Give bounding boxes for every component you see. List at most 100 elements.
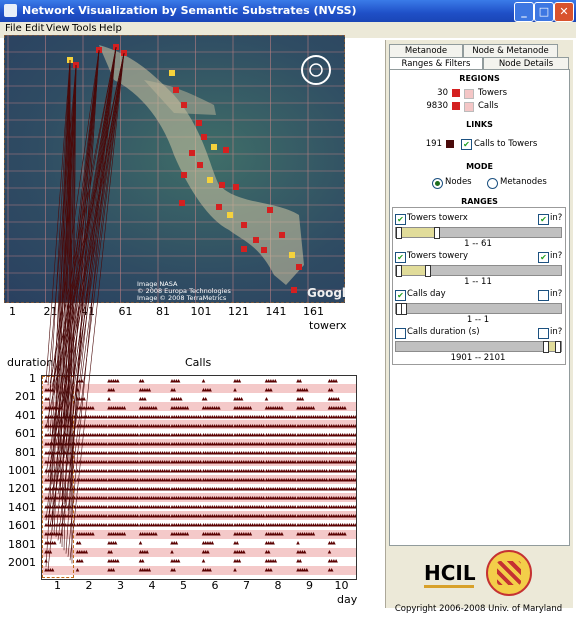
call-node[interactable] — [167, 523, 171, 527]
calls-region-swatch[interactable] — [464, 102, 474, 112]
call-node[interactable] — [185, 532, 190, 536]
tower-node[interactable] — [211, 144, 217, 150]
call-node[interactable] — [135, 442, 140, 446]
call-node[interactable] — [122, 532, 127, 536]
call-node[interactable] — [273, 559, 278, 563]
menu-help[interactable]: Help — [99, 23, 122, 34]
call-node[interactable] — [324, 442, 329, 446]
call-node[interactable] — [135, 433, 140, 437]
call-node[interactable] — [104, 469, 108, 473]
tower-node[interactable] — [169, 70, 175, 76]
call-node[interactable] — [167, 469, 171, 473]
call-node[interactable] — [332, 541, 336, 545]
call-node[interactable] — [104, 433, 108, 437]
call-node[interactable] — [167, 451, 171, 455]
call-node[interactable] — [167, 424, 171, 428]
call-node[interactable] — [327, 550, 332, 554]
call-node[interactable] — [235, 541, 239, 545]
tower-node[interactable] — [261, 247, 267, 253]
call-node[interactable] — [343, 532, 347, 536]
range-slider-min-thumb[interactable] — [396, 265, 402, 277]
call-node[interactable] — [104, 496, 108, 500]
menu-tools[interactable]: Tools — [72, 23, 97, 34]
call-node[interactable] — [324, 451, 329, 455]
call-node[interactable] — [201, 559, 206, 563]
call-node[interactable] — [293, 460, 297, 464]
call-node[interactable] — [154, 406, 158, 410]
call-node[interactable] — [230, 460, 234, 464]
call-node[interactable] — [293, 496, 297, 500]
call-node[interactable] — [80, 559, 84, 563]
call-node[interactable] — [138, 541, 143, 545]
call-node[interactable] — [135, 478, 140, 482]
tower-node[interactable] — [96, 47, 102, 53]
tower-node[interactable] — [241, 222, 247, 228]
tower-node[interactable] — [196, 120, 202, 126]
call-node[interactable] — [198, 424, 203, 428]
call-node[interactable] — [217, 406, 221, 410]
range-enable-checkbox[interactable]: ✔ — [395, 214, 406, 225]
minimize-button[interactable]: _ — [514, 2, 534, 22]
call-node[interactable] — [293, 478, 297, 482]
towers-region-swatch[interactable] — [464, 89, 474, 99]
call-node[interactable] — [75, 568, 80, 572]
tower-node[interactable] — [219, 182, 225, 188]
call-node[interactable] — [239, 397, 244, 401]
mode-metanodes-radio[interactable] — [487, 178, 498, 189]
call-node[interactable] — [198, 469, 203, 473]
call-node[interactable] — [135, 496, 140, 500]
call-node[interactable] — [324, 523, 329, 527]
call-node[interactable] — [84, 550, 89, 554]
call-node[interactable] — [185, 406, 190, 410]
range-enable-checkbox[interactable]: ✔ — [395, 290, 406, 301]
call-node[interactable] — [135, 469, 140, 473]
range-slider-max-thumb[interactable] — [555, 341, 561, 353]
call-node[interactable] — [324, 496, 329, 500]
call-node[interactable] — [334, 559, 338, 563]
call-node[interactable] — [266, 550, 271, 554]
call-node[interactable] — [172, 568, 176, 572]
call-node[interactable] — [104, 415, 108, 419]
call-node[interactable] — [104, 451, 108, 455]
call-node[interactable] — [230, 523, 234, 527]
call-node[interactable] — [233, 388, 237, 392]
call-node[interactable] — [329, 568, 334, 572]
call-node[interactable] — [305, 568, 309, 572]
call-node[interactable] — [269, 388, 273, 392]
call-node[interactable] — [230, 433, 234, 437]
call-node[interactable] — [261, 514, 266, 518]
call-node[interactable] — [261, 469, 266, 473]
tower-node[interactable] — [267, 207, 273, 213]
call-node[interactable] — [104, 478, 108, 482]
range-slider[interactable] — [395, 303, 562, 315]
call-node[interactable] — [176, 379, 181, 383]
call-node[interactable] — [172, 388, 176, 392]
tower-node[interactable] — [181, 102, 187, 108]
call-node[interactable] — [113, 541, 118, 545]
tower-node[interactable] — [253, 237, 259, 243]
tower-node[interactable] — [233, 184, 239, 190]
call-node[interactable] — [334, 379, 338, 383]
call-node[interactable] — [111, 388, 116, 392]
call-node[interactable] — [198, 451, 203, 455]
call-node[interactable] — [261, 433, 266, 437]
call-node[interactable] — [261, 415, 266, 419]
call-node[interactable] — [167, 514, 171, 518]
call-node[interactable] — [305, 388, 309, 392]
call-node[interactable] — [311, 406, 316, 410]
tower-node[interactable] — [216, 204, 222, 210]
call-node[interactable] — [104, 523, 108, 527]
tower-node[interactable] — [289, 252, 295, 258]
call-node[interactable] — [269, 568, 273, 572]
call-node[interactable] — [237, 379, 242, 383]
call-node[interactable] — [293, 523, 297, 527]
range-slider[interactable] — [395, 265, 562, 277]
call-node[interactable] — [230, 505, 234, 509]
call-node[interactable] — [145, 550, 149, 554]
range-in-checkbox[interactable] — [538, 328, 549, 339]
tower-node[interactable] — [189, 150, 195, 156]
call-node[interactable] — [293, 415, 297, 419]
call-node[interactable] — [77, 541, 82, 545]
call-node[interactable] — [242, 550, 246, 554]
menu-view[interactable]: View — [46, 23, 70, 34]
